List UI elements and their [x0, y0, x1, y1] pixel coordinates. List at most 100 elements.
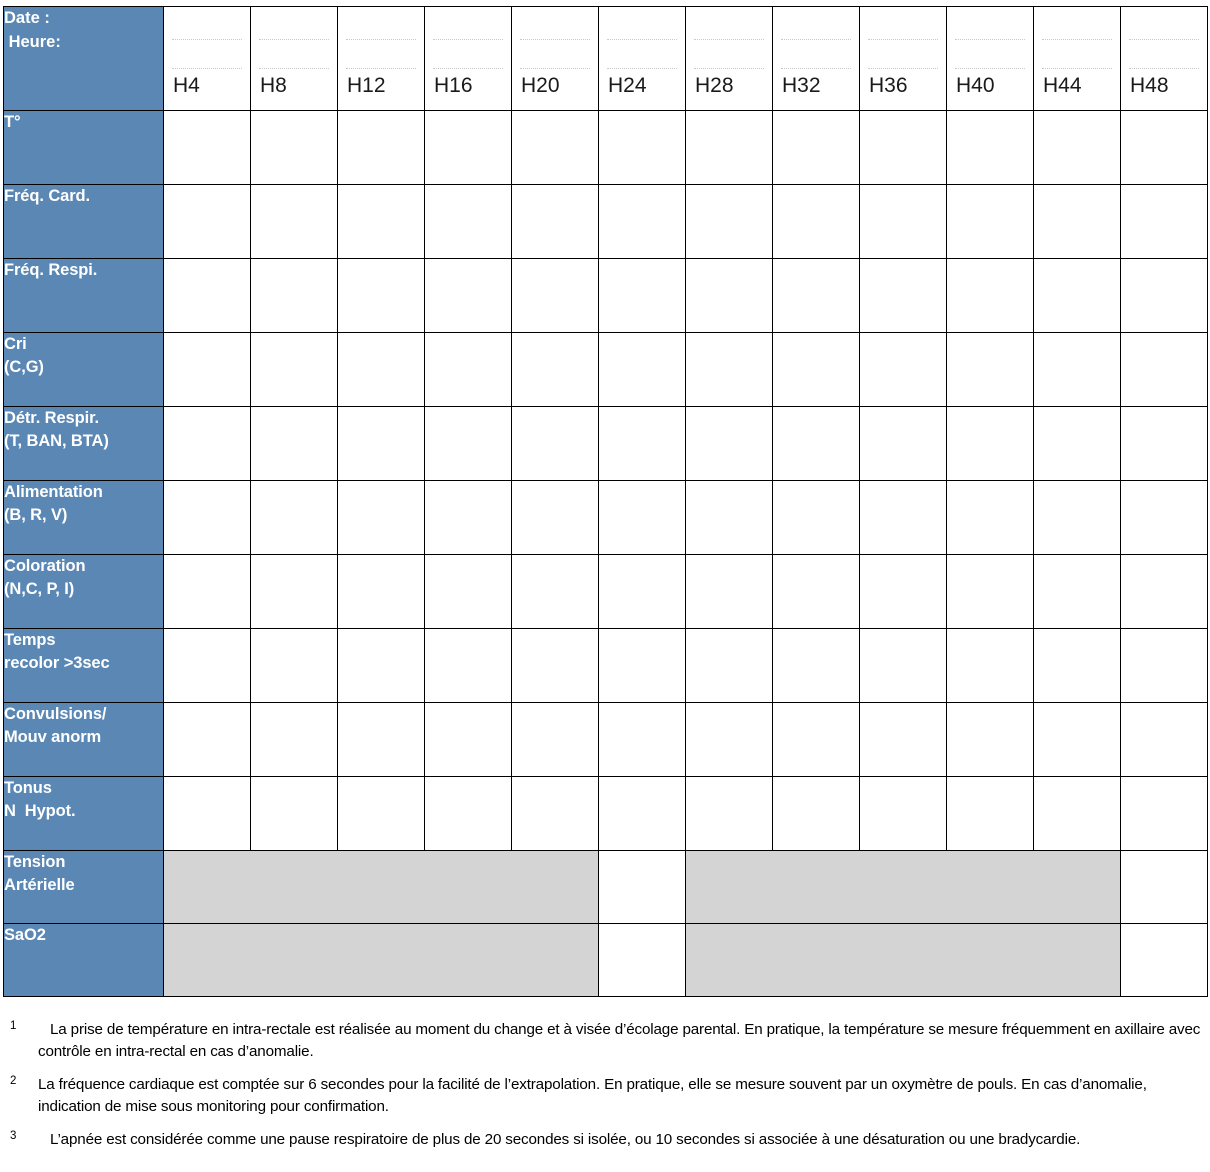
header-hour-cell-h32[interactable]: H32	[772, 6, 860, 111]
data-cell[interactable]	[1033, 554, 1121, 629]
heure-entry-line[interactable]	[1129, 51, 1199, 69]
data-cell[interactable]	[511, 554, 599, 629]
data-cell[interactable]	[1120, 332, 1208, 407]
data-cell[interactable]	[337, 702, 425, 777]
data-cell[interactable]	[598, 406, 686, 481]
data-cell[interactable]	[1033, 628, 1121, 703]
data-cell[interactable]	[1120, 258, 1208, 333]
header-hour-cell-h20[interactable]: H20	[511, 6, 599, 111]
data-cell[interactable]	[946, 406, 1034, 481]
header-hour-cell-h8[interactable]: H8	[250, 6, 338, 111]
header-hour-cell-h36[interactable]: H36	[859, 6, 947, 111]
data-cell[interactable]	[1033, 110, 1121, 185]
date-entry-line[interactable]	[520, 22, 590, 40]
data-cell[interactable]	[424, 702, 512, 777]
data-cell[interactable]	[946, 110, 1034, 185]
data-cell[interactable]	[1120, 184, 1208, 259]
data-cell[interactable]	[1120, 628, 1208, 703]
date-entry-line[interactable]	[346, 22, 416, 40]
data-cell[interactable]	[424, 554, 512, 629]
date-entry-line[interactable]	[868, 22, 938, 40]
data-cell[interactable]	[685, 554, 773, 629]
data-cell[interactable]	[250, 110, 338, 185]
data-cell[interactable]	[859, 258, 947, 333]
data-cell[interactable]	[337, 184, 425, 259]
data-cell[interactable]	[511, 110, 599, 185]
heure-entry-line[interactable]	[520, 51, 590, 69]
data-cell[interactable]	[1033, 406, 1121, 481]
data-cell[interactable]	[250, 554, 338, 629]
data-cell[interactable]	[163, 554, 251, 629]
data-cell[interactable]	[511, 406, 599, 481]
date-entry-line[interactable]	[1129, 22, 1199, 40]
data-cell[interactable]	[772, 332, 860, 407]
data-cell[interactable]	[946, 776, 1034, 851]
header-hour-cell-h24[interactable]: H24	[598, 6, 686, 111]
data-cell[interactable]	[424, 332, 512, 407]
data-cell[interactable]	[1120, 702, 1208, 777]
data-cell[interactable]	[163, 184, 251, 259]
data-cell[interactable]	[337, 258, 425, 333]
data-cell[interactable]	[598, 184, 686, 259]
heure-entry-line[interactable]	[781, 51, 851, 69]
data-cell[interactable]	[946, 332, 1034, 407]
header-hour-cell-h16[interactable]: H16	[424, 6, 512, 111]
data-cell[interactable]	[1120, 850, 1208, 924]
data-cell[interactable]	[685, 628, 773, 703]
data-cell[interactable]	[685, 702, 773, 777]
data-cell[interactable]	[598, 628, 686, 703]
data-cell[interactable]	[1120, 776, 1208, 851]
data-cell[interactable]	[772, 776, 860, 851]
data-cell[interactable]	[424, 184, 512, 259]
data-cell[interactable]	[1033, 258, 1121, 333]
heure-entry-line[interactable]	[433, 51, 503, 69]
data-cell[interactable]	[250, 406, 338, 481]
date-entry-line[interactable]	[607, 22, 677, 40]
data-cell[interactable]	[946, 258, 1034, 333]
data-cell[interactable]	[598, 554, 686, 629]
data-cell[interactable]	[859, 406, 947, 481]
data-cell[interactable]	[250, 332, 338, 407]
data-cell[interactable]	[598, 480, 686, 555]
data-cell[interactable]	[598, 850, 686, 924]
data-cell[interactable]	[1033, 184, 1121, 259]
data-cell[interactable]	[511, 258, 599, 333]
data-cell[interactable]	[424, 258, 512, 333]
data-cell[interactable]	[511, 628, 599, 703]
data-cell[interactable]	[772, 184, 860, 259]
header-hour-cell-h44[interactable]: H44	[1033, 6, 1121, 111]
data-cell[interactable]	[598, 110, 686, 185]
data-cell[interactable]	[424, 406, 512, 481]
data-cell[interactable]	[772, 406, 860, 481]
data-cell[interactable]	[511, 702, 599, 777]
data-cell[interactable]	[250, 628, 338, 703]
data-cell[interactable]	[859, 776, 947, 851]
data-cell[interactable]	[859, 702, 947, 777]
data-cell[interactable]	[163, 406, 251, 481]
data-cell[interactable]	[946, 480, 1034, 555]
data-cell[interactable]	[337, 776, 425, 851]
data-cell[interactable]	[1033, 702, 1121, 777]
data-cell[interactable]	[163, 332, 251, 407]
header-hour-cell-h12[interactable]: H12	[337, 6, 425, 111]
date-entry-line[interactable]	[172, 22, 242, 40]
data-cell[interactable]	[250, 776, 338, 851]
data-cell[interactable]	[511, 332, 599, 407]
data-cell[interactable]	[511, 480, 599, 555]
data-cell[interactable]	[772, 258, 860, 333]
header-hour-cell-h28[interactable]: H28	[685, 6, 773, 111]
data-cell[interactable]	[337, 332, 425, 407]
data-cell[interactable]	[163, 628, 251, 703]
data-cell[interactable]	[598, 258, 686, 333]
data-cell[interactable]	[598, 332, 686, 407]
data-cell[interactable]	[163, 480, 251, 555]
date-entry-line[interactable]	[781, 22, 851, 40]
data-cell[interactable]	[685, 776, 773, 851]
header-hour-cell-h48[interactable]: H48	[1120, 6, 1208, 111]
data-cell[interactable]	[859, 554, 947, 629]
data-cell[interactable]	[772, 480, 860, 555]
heure-entry-line[interactable]	[259, 51, 329, 69]
data-cell[interactable]	[424, 628, 512, 703]
data-cell[interactable]	[337, 480, 425, 555]
heure-entry-line[interactable]	[1042, 51, 1112, 69]
